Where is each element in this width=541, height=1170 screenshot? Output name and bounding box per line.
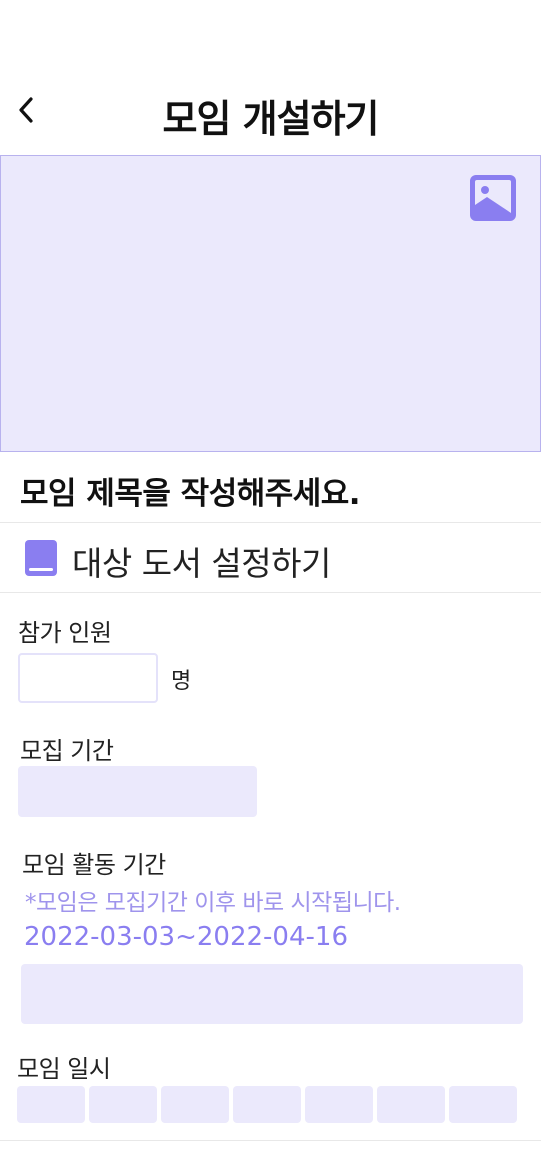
day-slot[interactable] <box>233 1086 301 1123</box>
image-icon[interactable] <box>468 173 518 223</box>
activity-period-range: 2022-03-03~2022-04-16 <box>24 922 348 952</box>
meeting-title-input[interactable]: 모임 제목을 작성해주세요. <box>20 468 361 513</box>
header: 모임 개설하기 <box>0 80 541 141</box>
activity-period-field[interactable] <box>21 964 523 1024</box>
activity-period-note: *모임은 모집기간 이후 바로 시작됩니다. <box>25 890 401 916</box>
recruit-period-field[interactable] <box>18 766 257 817</box>
day-slot[interactable] <box>377 1086 445 1123</box>
divider <box>0 1140 541 1141</box>
recruit-period-label: 모집 기간 <box>20 737 114 765</box>
book-icon <box>24 539 58 577</box>
divider <box>0 592 541 593</box>
activity-period-label: 모임 활동 기간 <box>22 851 166 879</box>
participants-label: 참가 인원 <box>18 619 112 647</box>
participants-unit: 명 <box>171 669 192 694</box>
day-slot[interactable] <box>305 1086 373 1123</box>
day-slot[interactable] <box>89 1086 157 1123</box>
cover-image-area[interactable] <box>0 155 541 452</box>
day-slot[interactable] <box>17 1086 85 1123</box>
participants-input[interactable] <box>18 653 158 703</box>
book-select-label: 대상 도서 설정하기 <box>72 544 331 583</box>
day-slot[interactable] <box>161 1086 229 1123</box>
day-slot[interactable] <box>449 1086 517 1123</box>
page-title: 모임 개설하기 <box>162 97 380 141</box>
book-select-button[interactable]: 대상 도서 설정하기 <box>0 523 541 592</box>
schedule-label: 모임 일시 <box>17 1055 111 1083</box>
schedule-day-selector <box>17 1086 517 1123</box>
